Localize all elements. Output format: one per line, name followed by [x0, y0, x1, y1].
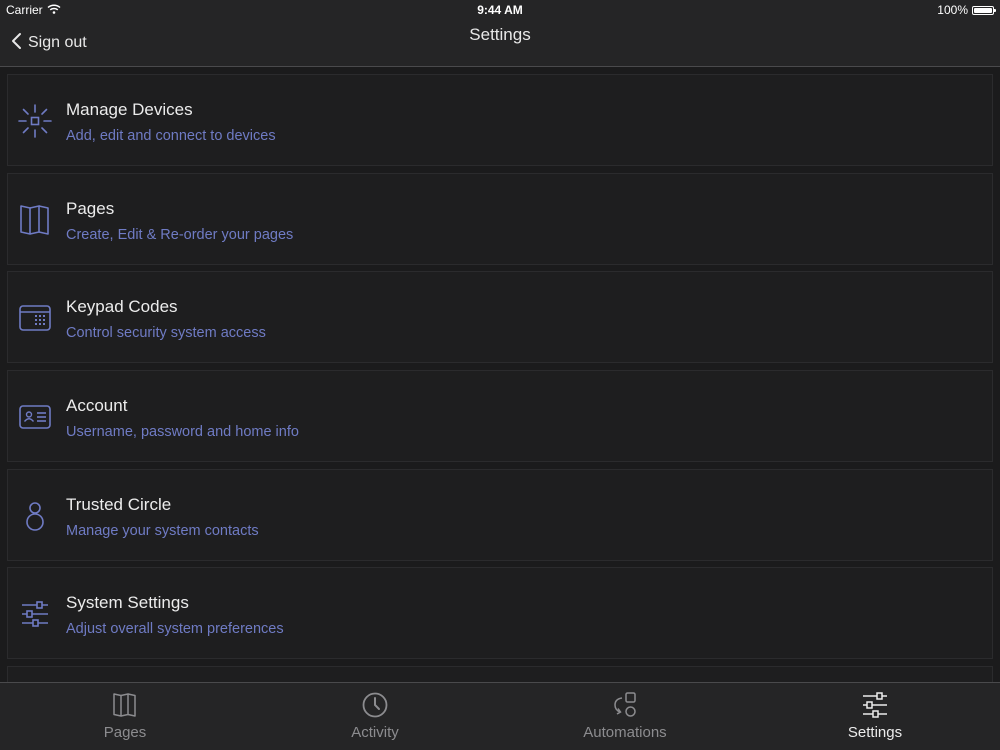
item-subtitle: Adjust overall system preferences [66, 621, 284, 638]
item-subtitle: Manage your system contacts [66, 522, 259, 539]
tab-label: Settings [847, 724, 903, 741]
item-title: Manage Devices [66, 100, 193, 119]
settings-item-partial[interactable] [7, 666, 993, 682]
item-subtitle: Add, edit and connect to devices [66, 128, 276, 144]
item-title: Account [66, 396, 128, 416]
status-time: 9:44 AM [477, 3, 523, 17]
settings-list: Manage Devices Add, edit and connect to … [7, 74, 993, 682]
tab-settings[interactable]: Settings [750, 683, 1000, 750]
item-title: Pages [66, 198, 115, 218]
automations-icon [610, 690, 640, 720]
settings-item-keypad-codes[interactable]: Keypad Codes Control security system acc… [7, 271, 993, 364]
settings-item-account[interactable]: Account Username, password and home info [7, 370, 993, 463]
app-root: Carrier 9:44 AM 100% Sign out Settings M… [0, 0, 1000, 750]
tab-label: Activity [351, 724, 399, 741]
settings-item-system-settings[interactable]: System Settings Adjust overall system pr… [7, 567, 993, 660]
item-subtitle: Create, Edit & Re-order your pages [66, 226, 294, 243]
status-right: 100% [937, 3, 996, 17]
item-title: Trusted Circle [66, 494, 172, 514]
item-title: System Settings [66, 593, 189, 613]
tab-bar: Pages Activity Automations Settings [0, 682, 1000, 750]
settings-item-trusted-circle[interactable]: Trusted Circle Manage your system contac… [7, 468, 993, 561]
battery-icon [972, 5, 996, 15]
tab-label: Pages [103, 724, 147, 741]
keypad-icon [17, 300, 53, 336]
tab-pages[interactable]: Pages [0, 683, 250, 750]
settings-item-manage-devices[interactable]: Manage Devices Add, edit and connect to … [7, 74, 993, 166]
clock-icon [360, 690, 390, 720]
item-subtitle: Control security system access [66, 325, 266, 342]
page-title: Settings [469, 25, 531, 44]
item-subtitle: Username, password and home info [66, 424, 299, 441]
person-icon [17, 498, 53, 534]
tab-label: Automations [583, 724, 667, 741]
tab-automations[interactable]: Automations [500, 683, 750, 750]
settings-item-pages[interactable]: Pages Create, Edit & Re-order your pages [7, 172, 993, 265]
devices-icon [17, 103, 53, 139]
tab-activity[interactable]: Activity [250, 683, 500, 750]
battery-percent: 100% [937, 3, 968, 17]
sliders-icon [860, 690, 890, 720]
pages-icon [110, 690, 140, 720]
pages-icon [17, 202, 53, 238]
sliders-icon [17, 596, 53, 632]
item-title: Keypad Codes [66, 297, 178, 317]
account-card-icon [17, 399, 53, 435]
navigation-bar: Sign out Settings [0, 20, 1000, 67]
status-bar: Carrier 9:44 AM 100% [0, 0, 1000, 20]
